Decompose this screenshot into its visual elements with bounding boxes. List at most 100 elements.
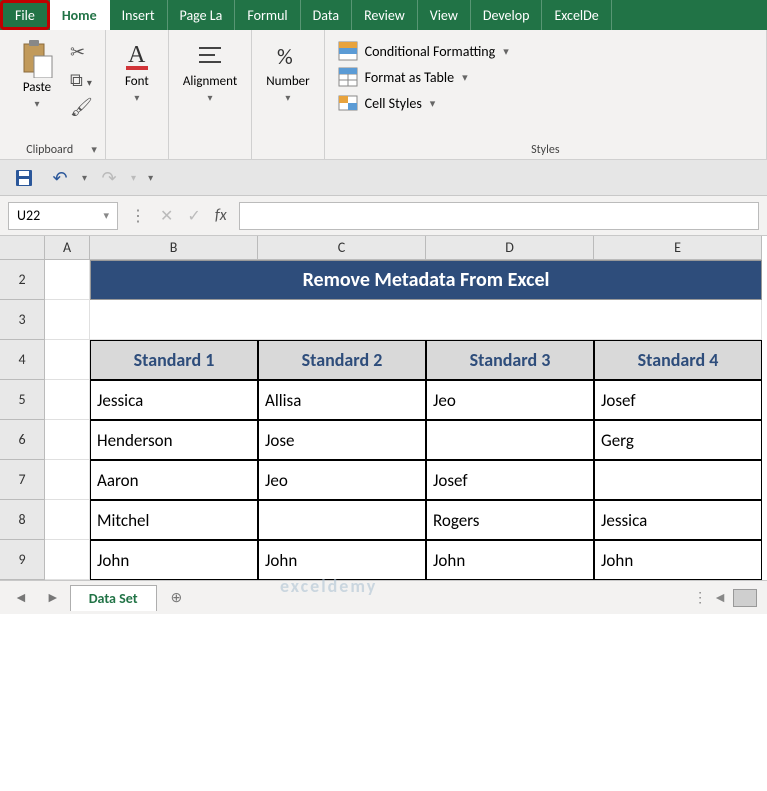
qat-customize[interactable]: ▾ (148, 171, 153, 184)
clipboard-launcher[interactable]: ▾ (91, 143, 97, 156)
tab-developer[interactable]: Develop (471, 0, 543, 30)
save-button[interactable] (10, 164, 38, 192)
col-header-a[interactable]: A (45, 236, 90, 260)
table-header[interactable]: Standard 3 (426, 340, 594, 380)
chevron-down-icon: ▾ (430, 97, 436, 110)
table-cell[interactable]: John (90, 540, 258, 580)
grid-body: 2 Remove Metadata From Excel 3 4 Standar… (0, 260, 767, 580)
tab-insert[interactable]: Insert (110, 0, 168, 30)
col-header-b[interactable]: B (90, 236, 258, 260)
tab-formulas[interactable]: Formul (235, 0, 300, 30)
table-cell[interactable]: John (594, 540, 762, 580)
table-cell[interactable]: Jessica (90, 380, 258, 420)
table-cell[interactable]: Jessica (594, 500, 762, 540)
conditional-formatting-button[interactable]: Conditional Formatting▾ (337, 40, 509, 62)
tab-file[interactable]: File (0, 0, 50, 30)
table-cell[interactable] (594, 460, 762, 500)
conditional-formatting-icon (337, 40, 359, 62)
ribbon: Paste ▾ ✂ ⧉ ▾ 🖌 Clipboard▾ A Font ▾ Alig (0, 30, 767, 160)
table-cell[interactable]: John (426, 540, 594, 580)
col-header-d[interactable]: D (426, 236, 594, 260)
row-header[interactable]: 9 (0, 540, 45, 580)
cell[interactable] (45, 500, 90, 540)
table-cell[interactable]: Jeo (426, 380, 594, 420)
table-cell[interactable]: Jeo (258, 460, 426, 500)
tab-review[interactable]: Review (352, 0, 418, 30)
cell[interactable] (90, 300, 762, 340)
redo-dropdown[interactable]: ▾ (131, 171, 136, 184)
row-header[interactable]: 5 (0, 380, 45, 420)
alignment-button[interactable]: Alignment ▾ (177, 34, 243, 108)
group-styles: Conditional Formatting▾ Format as Table▾… (325, 30, 767, 159)
col-header-e[interactable]: E (594, 236, 762, 260)
number-button[interactable]: % Number ▾ (260, 34, 315, 108)
table-cell[interactable]: Rogers (426, 500, 594, 540)
sheet-nav-prev[interactable]: ◄ (8, 587, 34, 608)
table-cell[interactable]: Henderson (90, 420, 258, 460)
cell[interactable] (45, 380, 90, 420)
formula-input[interactable] (239, 202, 759, 230)
tab-exceldemy[interactable]: ExcelDe (542, 0, 611, 30)
tab-home[interactable]: Home (50, 0, 110, 30)
table-cell[interactable]: Mitchel (90, 500, 258, 540)
cell-styles-button[interactable]: Cell Styles▾ (337, 92, 509, 114)
table-header[interactable]: Standard 1 (90, 340, 258, 380)
cell[interactable] (45, 300, 90, 340)
table-cell[interactable]: Allisa (258, 380, 426, 420)
undo-button[interactable]: ↶ (46, 164, 74, 192)
grid-headers: A B C D E (0, 236, 767, 260)
cell[interactable] (45, 340, 90, 380)
svg-text:A: A (128, 42, 146, 68)
group-number: % Number ▾ (252, 30, 324, 159)
accept-formula-button[interactable]: ✓ (187, 206, 200, 226)
row-header[interactable]: 7 (0, 460, 45, 500)
new-sheet-button[interactable]: ⊕ (161, 585, 193, 610)
clipboard-group-label: Clipboard (26, 143, 73, 157)
col-header-c[interactable]: C (258, 236, 426, 260)
group-alignment: Alignment ▾ (169, 30, 252, 159)
cell[interactable] (45, 260, 90, 300)
vdots-icon[interactable]: ⋮ (693, 589, 707, 606)
undo-dropdown[interactable]: ▾ (82, 171, 87, 184)
vdots-icon[interactable]: ⋮ (130, 206, 146, 226)
table-cell[interactable] (426, 420, 594, 460)
chevron-down-icon: ▾ (134, 91, 139, 104)
sheet-tab-active[interactable]: Data Set (70, 585, 157, 611)
cut-button[interactable]: ✂ (66, 40, 97, 66)
paste-button[interactable]: Paste ▾ (14, 34, 60, 114)
chevron-down-icon: ▾ (503, 45, 509, 58)
font-button[interactable]: A Font ▾ (114, 34, 160, 108)
cell[interactable] (45, 540, 90, 580)
cancel-formula-button[interactable]: ✕ (160, 206, 173, 226)
row-header[interactable]: 3 (0, 300, 45, 340)
table-header[interactable]: Standard 4 (594, 340, 762, 380)
table-cell[interactable]: Aaron (90, 460, 258, 500)
name-box[interactable]: U22 ▾ (8, 202, 118, 230)
row-header[interactable]: 2 (0, 260, 45, 300)
table-cell[interactable]: Gerg (594, 420, 762, 460)
table-cell[interactable]: Josef (426, 460, 594, 500)
format-as-table-button[interactable]: Format as Table▾ (337, 66, 509, 88)
scroll-handle[interactable] (733, 589, 757, 607)
sheet-nav-next[interactable]: ► (40, 587, 66, 608)
select-all-corner[interactable] (0, 236, 45, 260)
tab-data[interactable]: Data (301, 0, 352, 30)
fx-button[interactable]: fx (215, 206, 227, 225)
cell[interactable] (45, 420, 90, 460)
title-cell[interactable]: Remove Metadata From Excel (90, 260, 762, 300)
row-header[interactable]: 4 (0, 340, 45, 380)
tab-page-layout[interactable]: Page La (168, 0, 236, 30)
table-cell[interactable]: Jose (258, 420, 426, 460)
copy-button[interactable]: ⧉ ▾ (66, 68, 97, 94)
format-painter-button[interactable]: 🖌 (66, 95, 97, 121)
scroll-left[interactable]: ◄ (713, 589, 727, 606)
tab-view[interactable]: View (418, 0, 471, 30)
redo-button[interactable]: ↷ (95, 164, 123, 192)
row-header[interactable]: 8 (0, 500, 45, 540)
table-cell[interactable] (258, 500, 426, 540)
table-cell[interactable]: John (258, 540, 426, 580)
row-header[interactable]: 6 (0, 420, 45, 460)
table-cell[interactable]: Josef (594, 380, 762, 420)
table-header[interactable]: Standard 2 (258, 340, 426, 380)
cell[interactable] (45, 460, 90, 500)
